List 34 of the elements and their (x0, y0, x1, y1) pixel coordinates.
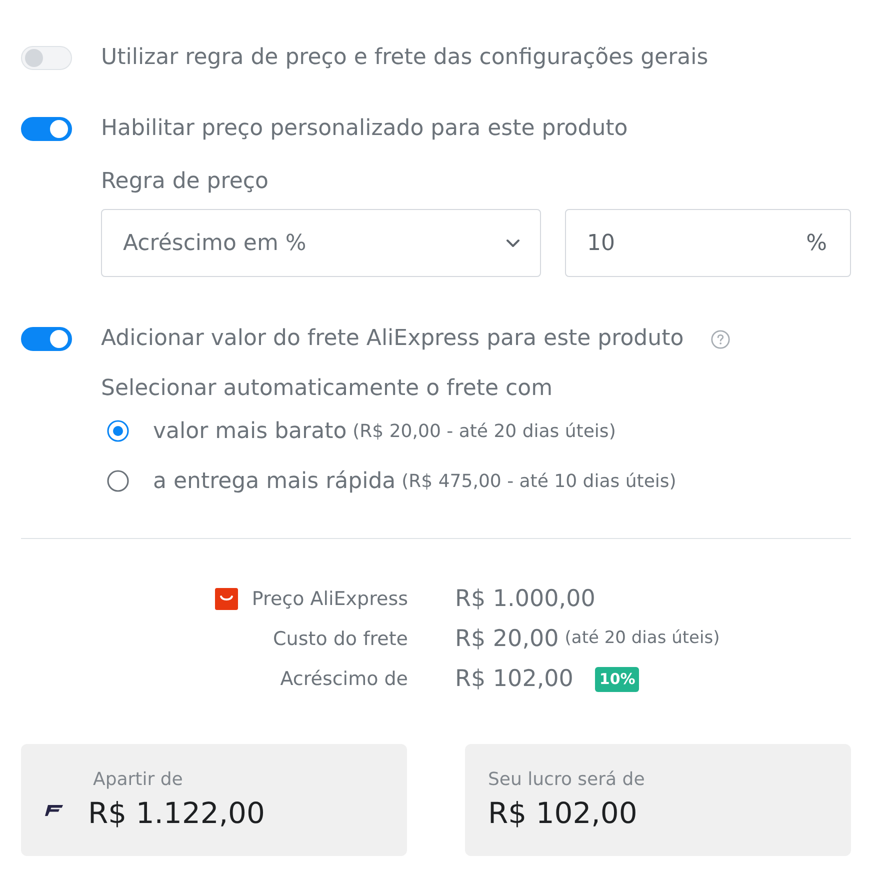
radio-button[interactable] (107, 420, 129, 442)
toggle-switch[interactable] (21, 117, 72, 141)
card-value: R$ 102,00 (488, 795, 638, 831)
unit-suffix: % (806, 230, 827, 258)
summary-value: R$ 20,00 (455, 624, 559, 654)
toggle-label: Adicionar valor do frete AliExpress para este produto (101, 325, 684, 353)
option-detail: (R$ 475,00 - até 10 dias úteis) (402, 470, 676, 494)
rule-dropdown[interactable]: Acréscimo em % (101, 209, 541, 277)
amount-value: 10 (587, 230, 615, 258)
option-detail: (R$ 20,00 - até 20 dias úteis) (352, 420, 616, 444)
option-label: a entrega mais rápida (153, 468, 396, 496)
shipping-note: (até 20 dias úteis) (564, 627, 720, 650)
summary-value: R$ 102,00 (455, 664, 574, 694)
amount-field[interactable]: 10 % (565, 209, 851, 277)
card-label: Seu lucro será de (488, 769, 645, 791)
dropdown-value: Acréscimo em % (123, 230, 306, 258)
summary-label: Custo do frete (273, 626, 408, 652)
card-value: R$ 1.122,00 (88, 795, 265, 831)
chevron-down-icon (506, 238, 520, 248)
toggle-label: Habilitar preço personalizado para este produto (101, 115, 628, 143)
radio-button[interactable] (107, 470, 129, 492)
field-label: Regra de preço (101, 168, 268, 196)
summary-value: R$ 1.000,00 (455, 584, 596, 614)
option-label: valor mais barato (153, 418, 347, 446)
summary-label: Preço AliExpress (252, 586, 408, 612)
card-label: Apartir de (93, 769, 183, 791)
toggle-switch[interactable] (21, 327, 72, 351)
help-icon[interactable] (710, 330, 730, 348)
summary-label: Acréscimo de (280, 666, 408, 692)
percent-badge: 10% (595, 666, 640, 692)
section-subtitle: Selecionar automaticamente o frete com (101, 375, 553, 403)
brand-logo-icon (45, 804, 63, 816)
toggle-label: Utilizar regra de preço e frete das configurações gerais (101, 44, 708, 72)
marketplace-logo-icon (214, 588, 238, 610)
